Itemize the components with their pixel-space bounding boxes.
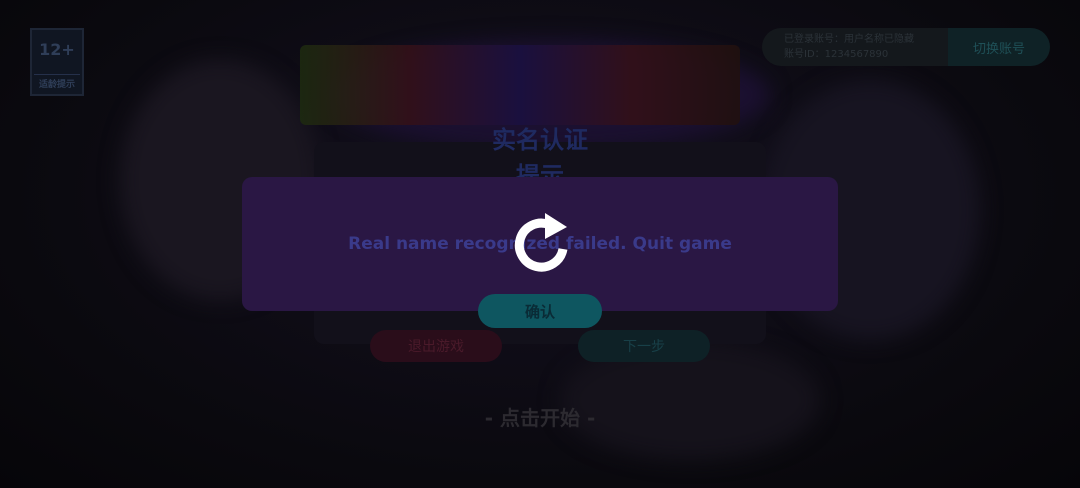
account-info: 已登录账号：用户名称已隐藏 账号ID：1234567890 <box>762 28 948 66</box>
age-rating-number: 12+ <box>39 40 75 59</box>
switch-account-button[interactable]: 切换账号 <box>948 28 1050 66</box>
next-step-button[interactable]: 下一步 <box>578 330 710 362</box>
age-rating-caption: 适龄提示 <box>34 74 80 90</box>
account-line: 已登录账号：用户名称已隐藏 <box>784 34 914 45</box>
age-rating-logo: 12+ 适龄提示 <box>30 28 84 96</box>
tap-to-start-label: - 点击开始 - <box>484 406 596 430</box>
account-line: 账号ID：1234567890 <box>784 49 889 60</box>
realname-title: 实名认证 <box>492 126 588 154</box>
game-title-art <box>300 45 740 125</box>
exit-game-button[interactable]: 退出游戏 <box>370 330 502 362</box>
refresh-icon <box>514 213 568 272</box>
confirm-button[interactable]: 确认 <box>478 294 602 328</box>
